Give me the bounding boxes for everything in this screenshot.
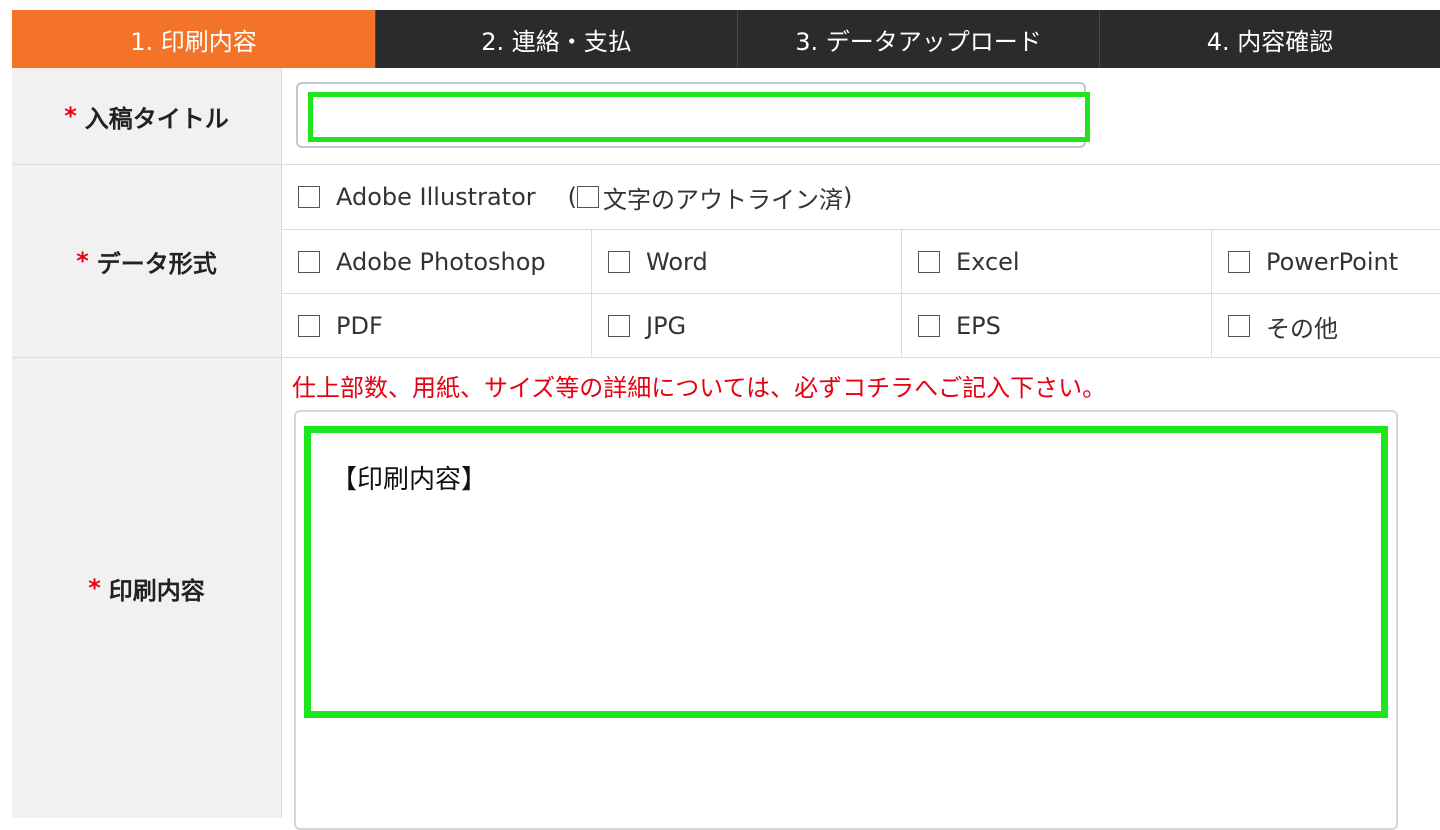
label-data-format-text: データ形式 [96, 249, 217, 278]
print-content-cell: 仕上部数、用紙、サイズ等の詳細については、必ずコチラへご記入下さい。 【印刷内容… [282, 358, 1440, 830]
checkbox-excel[interactable] [918, 251, 940, 273]
checkbox-outline[interactable] [577, 186, 599, 208]
print-content-textarea[interactable]: 【印刷内容】 [304, 426, 1388, 718]
checkbox-word[interactable] [608, 251, 630, 273]
order-form: * 入稿タイトル * データ形式 Adobe Illustrator (文字の… [12, 68, 1440, 830]
left-margin [0, 0, 12, 800]
photoshop-label: Adobe Photoshop [336, 248, 546, 276]
checkbox-eps[interactable] [918, 315, 940, 337]
step-4-confirm[interactable]: 4. 内容確認 [1100, 10, 1440, 68]
row-print-content: * 印刷内容 仕上部数、用紙、サイズ等の詳細については、必ずコチラへご記入下さい… [12, 358, 1440, 830]
checkbox-other[interactable] [1228, 315, 1250, 337]
format-option-pdf[interactable]: PDF [282, 294, 592, 358]
jpg-label: JPG [646, 312, 687, 340]
print-content-note: 仕上部数、用紙、サイズ等の詳細については、必ずコチラへご記入下さい。 [292, 374, 1107, 402]
label-data-format: * データ形式 [12, 165, 282, 357]
other-label: その他 [1266, 314, 1338, 343]
step-tabs: 1. 印刷内容 2. 連絡・支払 3. データアップロード 4. 内容確認 [12, 10, 1440, 68]
eps-label: EPS [956, 312, 1001, 340]
checkbox-illustrator[interactable] [298, 186, 320, 208]
print-content-frame: 【印刷内容】 [294, 410, 1398, 830]
data-format-options: Adobe Illustrator ( 文字のアウトライン済 ) Adobe P… [282, 165, 1440, 358]
label-print-content: * 印刷内容 [12, 358, 282, 818]
format-line-2: Adobe Photoshop Word Excel PowerPoint [282, 229, 1440, 294]
checkbox-jpg[interactable] [608, 315, 630, 337]
format-option-jpg[interactable]: JPG [592, 294, 902, 358]
format-option-powerpoint[interactable]: PowerPoint [1212, 230, 1440, 294]
step-3-data-upload[interactable]: 3. データアップロード [738, 10, 1100, 68]
format-option-eps[interactable]: EPS [902, 294, 1212, 358]
checkbox-pdf[interactable] [298, 315, 320, 337]
pdf-label: PDF [336, 312, 383, 340]
label-print-content-text: 印刷内容 [108, 576, 205, 605]
label-title: * 入稿タイトル [12, 68, 282, 164]
title-input[interactable] [308, 92, 1090, 142]
checkbox-photoshop[interactable] [298, 251, 320, 273]
title-input-frame [296, 82, 1090, 148]
format-option-other[interactable]: その他 [1212, 294, 1440, 358]
excel-label: Excel [956, 248, 1020, 276]
step-2-contact-payment[interactable]: 2. 連絡・支払 [376, 10, 738, 68]
powerpoint-label: PowerPoint [1266, 248, 1399, 276]
format-option-photoshop[interactable]: Adobe Photoshop [282, 230, 592, 294]
row-data-format: * データ形式 Adobe Illustrator ( 文字のアウトライン済 ) [12, 165, 1440, 358]
format-option-word[interactable]: Word [592, 230, 902, 294]
step-1-print-content[interactable]: 1. 印刷内容 [12, 10, 376, 68]
format-option-illustrator[interactable]: Adobe Illustrator ( 文字のアウトライン済 ) [282, 165, 852, 229]
required-mark: * [76, 247, 89, 275]
format-line-1: Adobe Illustrator ( 文字のアウトライン済 ) [282, 165, 1440, 229]
row-title: * 入稿タイトル [12, 68, 1440, 165]
required-mark: * [88, 574, 101, 602]
word-label: Word [646, 248, 708, 276]
title-field-cell [282, 68, 1440, 164]
required-mark: * [64, 102, 77, 130]
outline-paren-open: ( [567, 183, 577, 211]
format-line-3: PDF JPG EPS その他 [282, 293, 1440, 358]
outline-option: ( 文字のアウトライン済 ) [568, 180, 853, 215]
format-option-excel[interactable]: Excel [902, 230, 1212, 294]
outline-paren-close: ) [843, 183, 853, 211]
outline-label: 文字のアウトライン済 [603, 185, 843, 214]
illustrator-label: Adobe Illustrator [336, 183, 536, 211]
label-title-text: 入稿タイトル [84, 104, 229, 133]
checkbox-powerpoint[interactable] [1228, 251, 1250, 273]
